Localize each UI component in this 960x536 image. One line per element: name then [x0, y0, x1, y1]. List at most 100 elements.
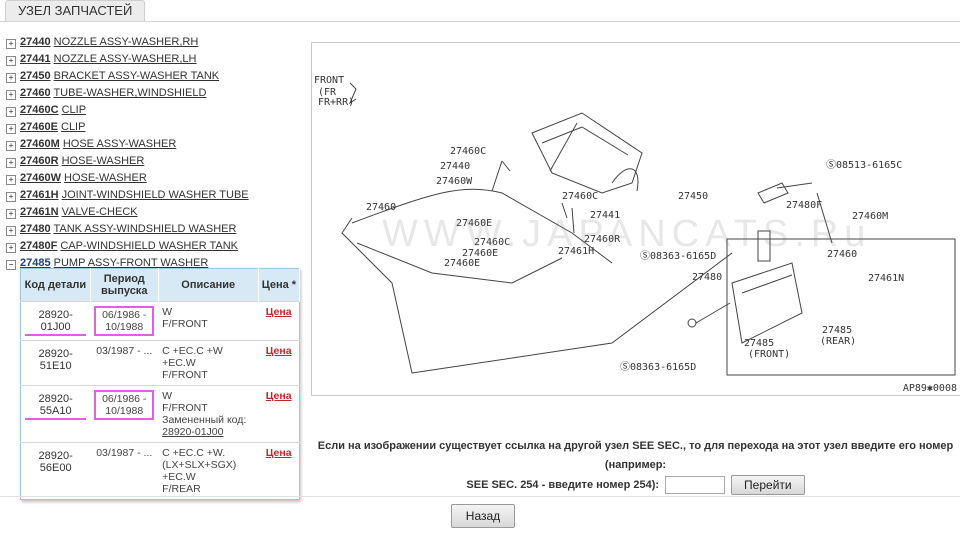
description-cell: C +EC.C +W +EC.W F/FRONT	[158, 340, 259, 386]
tree-item[interactable]: +27460R HOSE-WASHER	[6, 153, 306, 170]
expand-toggle-icon[interactable]: +	[6, 158, 16, 168]
tree-item-name[interactable]: JOINT-WINDSHIELD WASHER TUBE	[62, 189, 249, 201]
desc-line: (LX+SLX+SGX)	[162, 459, 237, 471]
tree-item[interactable]: +27440 NOZZLE ASSY-WASHER,RH	[6, 34, 306, 51]
desc-line: W	[162, 306, 173, 318]
expand-toggle-icon[interactable]: +	[6, 39, 16, 49]
tree-item-name[interactable]: HOSE-WASHER	[62, 155, 145, 167]
expand-toggle-icon[interactable]: +	[6, 226, 16, 236]
period: 06/1986 - 10/1988	[94, 390, 155, 420]
tree-item-name[interactable]: TANK ASSY-WINDSHIELD WASHER	[53, 223, 236, 235]
table-row: 28920-55A10 06/1986 - 10/1988 W F/FRONT Заме…	[20, 385, 300, 443]
svg-text:27460C: 27460C	[562, 191, 598, 202]
tree-item[interactable]: +27480F CAP-WINDSHIELD WASHER TANK	[6, 238, 306, 255]
price-cell: Цена	[258, 340, 300, 386]
col-header-price: Цена *	[258, 268, 301, 302]
description-cell: C +EC.C +W. (LX+SLX+SGX) +EC.W F/REAR	[158, 442, 259, 500]
tree-item-name[interactable]: CLIP	[62, 104, 86, 116]
tab-parts-node[interactable]: УЗЕЛ ЗАПЧАСТЕЙ	[5, 0, 146, 21]
part-code: 28920-55A10	[25, 393, 87, 420]
part-code-cell: 28920-56E00	[20, 442, 91, 500]
tree-item-code[interactable]: 27460R	[20, 155, 59, 167]
desc-line: C +EC.C +W.	[162, 447, 226, 459]
price-link[interactable]: Цена	[266, 447, 292, 459]
tree-item[interactable]: +27480 TANK ASSY-WINDSHIELD WASHER	[6, 221, 306, 238]
tree-item-code[interactable]: 27460M	[20, 138, 60, 150]
svg-text:(REAR): (REAR)	[820, 336, 856, 347]
go-button[interactable]: Перейти	[731, 475, 805, 495]
tree-item-code[interactable]: 27461H	[20, 189, 59, 201]
svg-text:27460: 27460	[366, 202, 396, 213]
expand-toggle-icon[interactable]: −	[6, 260, 16, 270]
svg-text:27480: 27480	[692, 272, 722, 283]
tree-item[interactable]: +27460 TUBE-WASHER,WINDSHIELD	[6, 85, 306, 102]
part-code-cell: 28920-51E10	[20, 340, 91, 386]
part-code-cell: 28920-55A10	[20, 385, 91, 443]
sec-number-input[interactable]	[665, 476, 726, 494]
expand-toggle-icon[interactable]: +	[6, 124, 16, 134]
see-sec-text-line1: Если на изображении существует ссылка на…	[317, 440, 954, 471]
tree-item-code[interactable]: 27461N	[20, 206, 59, 218]
col-header-desc: Описание	[158, 268, 259, 302]
price-link[interactable]: Цена	[266, 345, 292, 357]
expand-toggle-icon[interactable]: +	[6, 73, 16, 83]
tree-item[interactable]: +27460C CLIP	[6, 102, 306, 119]
svg-text:27461N: 27461N	[868, 273, 904, 284]
tree-item[interactable]: +27460W HOSE-WASHER	[6, 170, 306, 187]
tree-item-name[interactable]: CLIP	[61, 121, 85, 133]
expand-toggle-icon[interactable]: +	[6, 192, 16, 202]
tree-item-name[interactable]: TUBE-WASHER,WINDSHIELD	[53, 87, 206, 99]
see-sec-row: SEE SEC. 254 - введите номер 254): Перей…	[466, 475, 805, 495]
tree-item[interactable]: +27461H JOINT-WINDSHIELD WASHER TUBE	[6, 187, 306, 204]
tree-item-name[interactable]: VALVE-CHECK	[62, 206, 138, 218]
svg-text:27460W: 27460W	[436, 176, 473, 187]
expand-toggle-icon[interactable]: +	[6, 243, 16, 253]
expand-toggle-icon[interactable]: +	[6, 107, 16, 117]
tree-item-code[interactable]: 27441	[20, 53, 51, 65]
diagram-code: AP89✱0008	[902, 383, 957, 394]
tree-item-name[interactable]: HOSE ASSY-WASHER	[63, 138, 177, 150]
tree-item[interactable]: +27450 BRACKET ASSY-WASHER TANK	[6, 68, 306, 85]
replaced-code-link[interactable]: 28920-01J00	[162, 426, 254, 438]
tree-item-code[interactable]: 27480	[20, 223, 51, 235]
tree-item-code[interactable]: 27460W	[20, 172, 61, 184]
desc-line: F/FRONT	[162, 402, 208, 414]
tree-item-code[interactable]: 27480F	[20, 240, 57, 252]
svg-text:27485: 27485	[822, 325, 852, 336]
tree-item-name[interactable]: CAP-WINDSHIELD WASHER TANK	[60, 240, 238, 252]
tree-item-code[interactable]: 27440	[20, 36, 51, 48]
tree-item[interactable]: +27460E CLIP	[6, 119, 306, 136]
expand-toggle-icon[interactable]: +	[6, 56, 16, 66]
expand-toggle-icon[interactable]: +	[6, 90, 16, 100]
tree-item-code[interactable]: 27460C	[20, 104, 59, 116]
part-code: 28920-51E10	[38, 348, 73, 372]
price-link[interactable]: Цена	[266, 306, 292, 318]
period-cell: 06/1986 - 10/1988	[90, 301, 159, 341]
tree-item[interactable]: +27461N VALVE-CHECK	[6, 204, 306, 221]
tree-item-name[interactable]: BRACKET ASSY-WASHER TANK	[54, 70, 219, 82]
svg-text:Ⓢ08363-6165D: Ⓢ08363-6165D	[620, 361, 696, 373]
price-link[interactable]: Цена	[266, 390, 292, 402]
tab-bar: УЗЕЛ ЗАПЧАСТЕЙ	[0, 0, 960, 22]
tree-item-code[interactable]: 27460E	[20, 121, 58, 133]
table-row: 28920-56E00 03/1987 - ... C +EC.C +W. (LX+S…	[20, 442, 300, 500]
period-cell: 03/1987 - ...	[90, 442, 159, 500]
period: 06/1986 - 10/1988	[94, 306, 155, 336]
tree-item[interactable]: +27460M HOSE ASSY-WASHER	[6, 136, 306, 153]
part-code-cell: 28920-01J00	[20, 301, 91, 341]
tree-item[interactable]: +27441 NOZZLE ASSY-WASHER,LH	[6, 51, 306, 68]
back-button[interactable]: Назад	[451, 504, 515, 528]
expand-toggle-icon[interactable]: +	[6, 141, 16, 151]
tree-item-name[interactable]: NOZZLE ASSY-WASHER,RH	[54, 36, 199, 48]
price-cell: Цена	[258, 442, 300, 500]
expand-toggle-icon[interactable]: +	[6, 175, 16, 185]
see-sec-text-line2: SEE SEC. 254 - введите номер 254):	[466, 478, 660, 491]
tree-item-name[interactable]: HOSE-WASHER	[64, 172, 147, 184]
tree-item-code[interactable]: 27450	[20, 70, 51, 82]
expand-toggle-icon[interactable]: +	[6, 209, 16, 219]
parts-diagram[interactable]: FRONT (FR FR+RR) 27460C 27440 27460W 274…	[311, 42, 960, 396]
svg-text:27460C: 27460C	[450, 146, 486, 157]
diagram-watermark: WWW.JAPANCATS.Ru	[382, 213, 872, 255]
tree-item-name[interactable]: NOZZLE ASSY-WASHER,LH	[54, 53, 197, 65]
tree-item-code[interactable]: 27460	[20, 87, 51, 99]
